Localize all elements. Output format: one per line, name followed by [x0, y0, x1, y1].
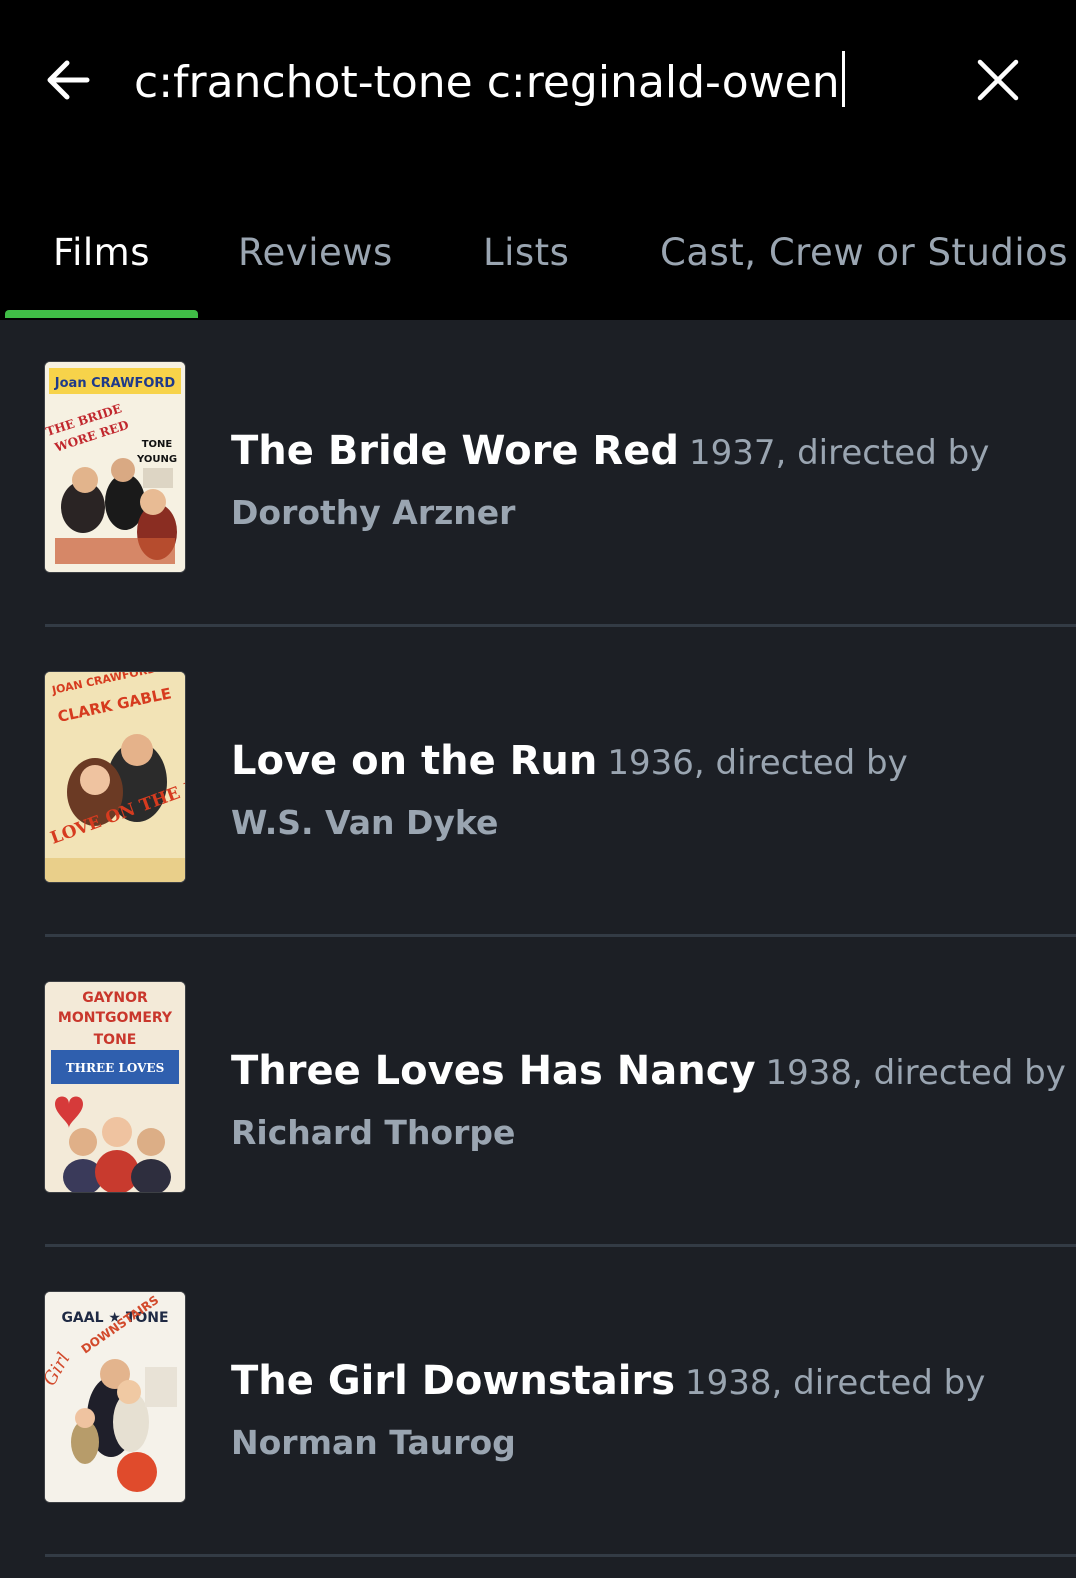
arrow-left-icon[interactable] — [43, 55, 93, 105]
film-title[interactable]: The Bride Wore Red — [231, 428, 679, 474]
search-input[interactable]: c:franchot-tone c:reginald-owen — [134, 48, 934, 118]
svg-text:YOUNG: YOUNG — [136, 454, 177, 465]
poster-top-text: GAYNOR — [82, 990, 148, 1006]
divider — [45, 624, 1076, 627]
text-caret — [841, 51, 845, 107]
poster-top-text: Joan CRAWFORD — [54, 376, 176, 391]
list-item[interactable]: GAAL ★ TONE DOWNSTAIRS Girl The Girl Dow… — [0, 1250, 1076, 1562]
list-item[interactable]: Joan CRAWFORD THE BRIDE WORE RED TONE YO… — [0, 320, 1076, 632]
film-title[interactable]: Love on the Run — [231, 738, 597, 784]
film-info: The Girl Downstairs 1938, directed by Nor… — [231, 1352, 1061, 1468]
divider — [45, 1554, 1076, 1557]
film-poster[interactable]: GAAL ★ TONE DOWNSTAIRS Girl — [45, 1292, 185, 1502]
film-director[interactable]: Richard Thorpe — [231, 1108, 1061, 1158]
film-poster[interactable]: JOAN CRAWFORD CLARK GABLE LOVE ON THE RU… — [45, 672, 185, 882]
clear-search-button[interactable] — [970, 52, 1026, 108]
film-poster[interactable]: Joan CRAWFORD THE BRIDE WORE RED TONE YO… — [45, 362, 185, 572]
svg-text:TONE: TONE — [142, 439, 173, 450]
divider — [45, 1244, 1076, 1247]
film-info: Three Loves Has Nancy 1938, directed by R… — [231, 1042, 1066, 1158]
film-director[interactable]: W.S. Van Dyke — [231, 798, 1061, 848]
close-icon[interactable] — [976, 58, 1020, 102]
list-item[interactable]: GAYNOR MONTGOMERY TONE THREE LOVES Three… — [0, 940, 1076, 1252]
film-meta: 1938, directed by — [685, 1363, 986, 1403]
tab-films[interactable]: Films — [53, 218, 150, 288]
back-button[interactable] — [40, 52, 96, 108]
search-tabs: Films Reviews Lists Cast, Crew or Studio… — [0, 218, 1076, 320]
search-query[interactable]: c:franchot-tone c:reginald-owen — [134, 57, 840, 108]
film-director[interactable]: Norman Taurog — [231, 1418, 1061, 1468]
film-director[interactable]: Dorothy Arzner — [231, 488, 1061, 538]
film-poster[interactable]: GAYNOR MONTGOMERY TONE THREE LOVES — [45, 982, 185, 1192]
film-meta: 1937, directed by — [688, 433, 990, 473]
film-info: The Bride Wore Red 1937, directed by Doro… — [231, 422, 1061, 538]
tab-reviews[interactable]: Reviews — [238, 218, 393, 288]
list-item[interactable]: JOAN CRAWFORD CLARK GABLE LOVE ON THE RU… — [0, 630, 1076, 942]
top-bar: c:franchot-tone c:reginald-owen Films Re… — [0, 0, 1076, 320]
poster-headline: MONTGOMERY — [58, 1010, 173, 1026]
film-meta: 1936, directed by — [607, 743, 908, 783]
tab-lists[interactable]: Lists — [483, 218, 569, 288]
tab-cast-crew-studios[interactable]: Cast, Crew or Studios — [660, 218, 1068, 288]
film-info: Love on the Run 1936, directed by W.S. Va… — [231, 732, 1061, 848]
film-title[interactable]: The Girl Downstairs — [231, 1358, 675, 1404]
film-title[interactable]: Three Loves Has Nancy — [231, 1048, 756, 1094]
svg-text:THREE LOVES: THREE LOVES — [66, 1061, 165, 1075]
poster-side-text: TONE — [94, 1032, 137, 1048]
active-tab-indicator — [5, 310, 198, 318]
film-meta: 1938, directed by — [765, 1053, 1066, 1093]
divider — [45, 934, 1076, 937]
